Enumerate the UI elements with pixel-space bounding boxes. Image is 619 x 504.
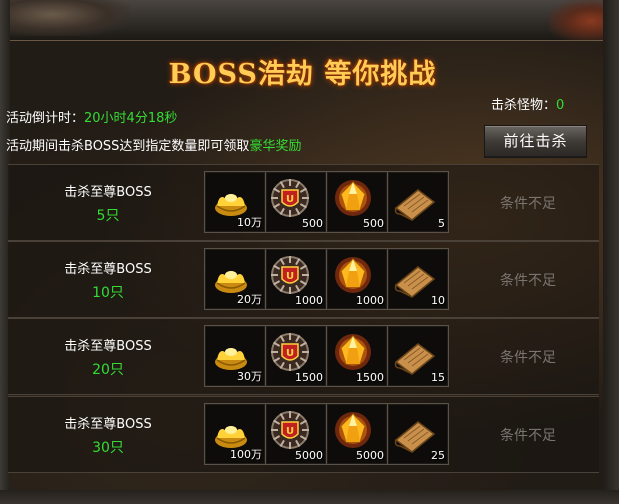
item-quantity: 5 — [438, 217, 445, 230]
dragon-ornament-left — [0, 0, 130, 36]
requirement-count: 10只 — [92, 285, 124, 301]
item-quantity: 10 — [431, 294, 445, 307]
item-quantity: 500 — [302, 217, 323, 230]
svg-text:U: U — [286, 426, 294, 437]
reward-item-slot[interactable]: 1500 — [326, 325, 388, 387]
reward-item-slot[interactable]: 100万 — [204, 403, 266, 465]
kill-counter-value: 0 — [556, 98, 565, 113]
reward-item-slot[interactable]: 5000 — [326, 403, 388, 465]
item-quantity: 1000 — [295, 294, 323, 307]
item-quantity: 10万 — [237, 216, 262, 229]
reward-item-slot[interactable]: 10 — [387, 248, 449, 310]
countdown-value: 20小时4分18秒 — [84, 111, 178, 126]
item-quantity: 1500 — [356, 371, 384, 384]
item-quantity: 1500 — [295, 371, 323, 384]
reward-item-slot[interactable]: 15 — [387, 325, 449, 387]
item-quantity: 5000 — [295, 449, 323, 462]
description-highlight: 豪华奖励 — [249, 139, 302, 154]
reward-item-slot[interactable]: 10万 — [204, 171, 266, 233]
svg-text:U: U — [286, 194, 294, 205]
countdown-text: 活动倒计时：20小时4分18秒 — [6, 107, 177, 126]
item-quantity: 15 — [431, 371, 445, 384]
reward-item-slot[interactable]: 25 — [387, 403, 449, 465]
reward-item-slot[interactable]: U 500 — [265, 171, 327, 233]
description-text: 活动期间击杀BOSS达到指定数量即可领取 — [6, 139, 250, 154]
reward-row: 击杀至尊BOSS 10只 20万 U 1000 1000 10 条件不足 — [8, 241, 599, 318]
reward-item-slot[interactable]: 20万 — [204, 248, 266, 310]
countdown-label: 活动倒计时： — [6, 111, 85, 126]
requirement-title: 击杀至尊BOSS — [64, 417, 152, 432]
stone-border-bottom — [0, 490, 619, 504]
reward-table: 击杀至尊BOSS 5只 10万 U 500 500 5 条件不足 击杀至尊BOSS 10只 20万 U… — [8, 164, 599, 480]
claim-status: 条件不足 — [500, 273, 556, 289]
item-quantity: 20万 — [237, 293, 262, 306]
requirement-title: 击杀至尊BOSS — [64, 185, 152, 200]
reward-item-slot[interactable]: 5 — [387, 171, 449, 233]
reward-row: 击杀至尊BOSS 5只 10万 U 500 500 5 条件不足 — [8, 164, 599, 241]
reward-item-slot[interactable]: 500 — [326, 171, 388, 233]
event-panel: BOSS浩劫 等你挑战 活动倒计时：20小时4分18秒 击杀怪物：0 活动期间击… — [0, 0, 619, 504]
item-quantity: 500 — [363, 217, 384, 230]
requirement-count: 20只 — [92, 362, 124, 378]
item-quantity: 1000 — [356, 294, 384, 307]
claim-status: 条件不足 — [500, 428, 556, 444]
item-quantity: 5000 — [356, 449, 384, 462]
reward-item-slot[interactable]: 1000 — [326, 248, 388, 310]
stone-border-right — [603, 0, 619, 504]
reward-item-slot[interactable]: 30万 — [204, 325, 266, 387]
event-description: 活动期间击杀BOSS达到指定数量即可领取豪华奖励 — [6, 135, 301, 154]
svg-text:U: U — [286, 271, 294, 282]
reward-item-slot[interactable]: U 5000 — [265, 403, 327, 465]
svg-text:U: U — [286, 348, 294, 359]
reward-item-slot[interactable]: U 1000 — [265, 248, 327, 310]
item-quantity: 100万 — [230, 448, 262, 461]
requirement-title: 击杀至尊BOSS — [64, 339, 152, 354]
claim-status: 条件不足 — [500, 350, 556, 366]
item-quantity: 30万 — [237, 370, 262, 383]
event-title: BOSS浩劫 等你挑战 — [168, 59, 437, 90]
reward-row: 击杀至尊BOSS 30只 100万 U 5000 5000 25 条件不足 — [8, 396, 599, 473]
go-kill-button[interactable]: 前往击杀 — [484, 125, 587, 158]
reward-row: 击杀至尊BOSS 20只 30万 U 1500 1500 15 条件不足 — [8, 318, 599, 395]
requirement-count: 30只 — [92, 440, 124, 456]
reward-item-slot[interactable]: U 1500 — [265, 325, 327, 387]
kill-counter-label: 击杀怪物： — [491, 98, 557, 113]
requirement-title: 击杀至尊BOSS — [64, 262, 152, 277]
requirement-count: 5只 — [96, 208, 120, 224]
item-quantity: 25 — [431, 449, 445, 462]
kill-counter: 击杀怪物：0 — [491, 94, 564, 113]
claim-status: 条件不足 — [500, 196, 556, 212]
